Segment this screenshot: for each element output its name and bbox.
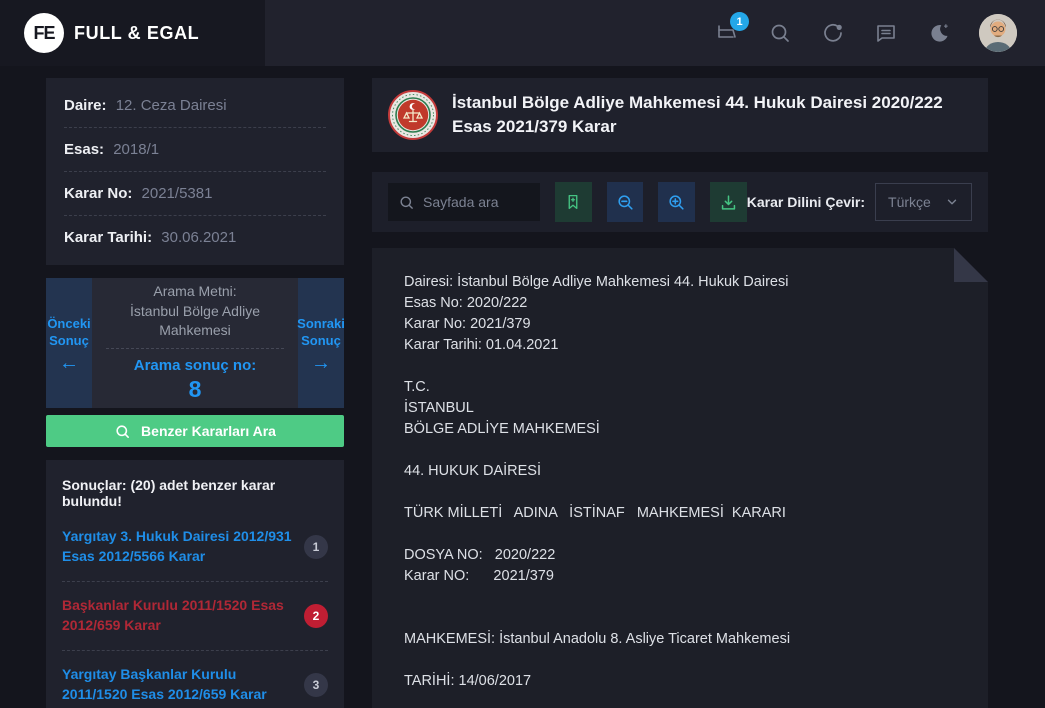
chevron-down-icon [945, 195, 959, 209]
page-body: Daire: 12. Ceza Dairesi Esas: 2018/1 Kar… [0, 66, 1045, 708]
case-info-label: Esas: [64, 141, 104, 158]
result-rank-badge: 2 [304, 604, 328, 628]
document-line: Karar NO: 2021/379 [404, 566, 956, 587]
decision-document: Dairesi: İstanbul Bölge Adliye Mahkemesi… [372, 248, 988, 708]
zoom-in-icon [667, 193, 686, 212]
zoom-in-button[interactable] [658, 182, 695, 222]
query-label: Arama Metni: [153, 283, 236, 299]
case-info-row: Karar No: 2021/5381 [64, 172, 326, 216]
next-result-button[interactable]: Sonraki Sonuç → [298, 278, 344, 408]
document-line [404, 524, 956, 545]
logo-monogram: FE [33, 23, 54, 44]
document-line [404, 608, 956, 629]
arrow-right-icon: → [311, 355, 331, 372]
zoom-out-icon [616, 193, 635, 212]
result-link[interactable]: Yargıtay Başkanlar Kurulu 2011/1520 Esas… [62, 664, 292, 704]
search-result-navigator: Önceki Sonuç ← Arama Metni: İstanbul Böl… [46, 278, 344, 408]
avatar[interactable] [979, 14, 1017, 52]
document-line [404, 440, 956, 461]
dark-mode-icon[interactable] [926, 20, 952, 46]
navbar-icons: 1 [714, 14, 1045, 52]
results-header: Sonuçlar: (20) adet benzer karar bulundu… [62, 462, 328, 513]
result-number-label: Arama sonuç no: [134, 357, 257, 374]
document-line: T.C. [404, 377, 956, 398]
cart-badge: 1 [730, 12, 749, 31]
document-text: Dairesi: İstanbul Bölge Adliye Mahkemesi… [404, 272, 956, 692]
similar-results-panel: Sonuçlar: (20) adet benzer karar bulundu… [46, 460, 344, 708]
decision-title: İstanbul Bölge Adliye Mahkemesi 44. Huku… [452, 91, 972, 139]
document-line: 44. HUKUK DAİRESİ [404, 461, 956, 482]
search-query-info: Arama Metni: İstanbul Bölge Adliye Mahke… [92, 278, 298, 408]
search-icon [398, 194, 415, 211]
arrow-left-icon: ← [59, 355, 79, 372]
search-icon[interactable] [767, 20, 793, 46]
result-link[interactable]: Başkanlar Kurulu 2011/1520 Esas 2012/659… [62, 595, 292, 635]
bookmark-add-icon [564, 193, 582, 211]
document-line: Karar No: 2021/379 [404, 314, 956, 335]
document-line: Karar Tarihi: 01.04.2021 [404, 335, 956, 356]
case-info-row: Karar Tarihi: 30.06.2021 [64, 216, 326, 259]
result-link[interactable]: Yargıtay 3. Hukuk Dairesi 2012/931 Esas … [62, 526, 292, 566]
document-line [404, 587, 956, 608]
result-number-value: 8 [189, 376, 202, 403]
download-button[interactable] [710, 182, 747, 222]
result-rank-badge: 3 [304, 673, 328, 697]
document-line [404, 356, 956, 377]
find-similar-label: Benzer Kararları Ara [141, 423, 276, 439]
brand-name: FULL & EGAL [74, 23, 199, 44]
result-item[interactable]: Yargıtay Başkanlar Kurulu 2011/1520 Esas… [62, 651, 328, 708]
case-info-value: 12. Ceza Dairesi [116, 97, 227, 114]
search-icon [114, 423, 131, 440]
court-emblem-icon [388, 90, 438, 140]
previous-result-button[interactable]: Önceki Sonuç ← [46, 278, 92, 408]
document-toolbar: Karar Dilini Çevir: Türkçe [372, 172, 988, 232]
find-similar-decisions-button[interactable]: Benzer Kararları Ara [46, 415, 344, 447]
zoom-out-button[interactable] [607, 182, 644, 222]
document-line: Dairesi: İstanbul Bölge Adliye Mahkemesi… [404, 272, 956, 293]
result-rank-badge: 1 [304, 535, 328, 559]
document-line [404, 650, 956, 671]
case-info-value: 2021/5381 [142, 185, 213, 202]
main-content: İstanbul Bölge Adliye Mahkemesi 44. Huku… [372, 78, 988, 708]
cart-icon[interactable]: 1 [714, 20, 740, 46]
result-item[interactable]: Yargıtay 3. Hukuk Dairesi 2012/931 Esas … [62, 513, 328, 582]
case-info-label: Daire: [64, 97, 107, 114]
page-search-box[interactable] [388, 183, 540, 221]
divider [106, 348, 284, 349]
case-info-label: Karar No: [64, 185, 132, 202]
language-selected-value: Türkçe [888, 194, 931, 210]
brand-logo-icon: FE [24, 13, 64, 53]
top-navbar: FE FULL & EGAL 1 [0, 0, 1045, 66]
messages-icon[interactable] [873, 20, 899, 46]
translate-control: Karar Dilini Çevir: Türkçe [747, 183, 972, 221]
results-list: Yargıtay 3. Hukuk Dairesi 2012/931 Esas … [62, 513, 328, 708]
case-info-panel: Daire: 12. Ceza Dairesi Esas: 2018/1 Kar… [46, 78, 344, 265]
document-line: DOSYA NO: 2020/222 [404, 545, 956, 566]
sidebar: Daire: 12. Ceza Dairesi Esas: 2018/1 Kar… [46, 78, 344, 708]
language-select[interactable]: Türkçe [875, 183, 972, 221]
case-info-row: Daire: 12. Ceza Dairesi [64, 84, 326, 128]
document-line: TARİHİ: 14/06/2017 [404, 671, 956, 692]
download-icon [719, 193, 738, 212]
case-info-label: Karar Tarihi: [64, 229, 152, 246]
result-item[interactable]: Başkanlar Kurulu 2011/1520 Esas 2012/659… [62, 582, 328, 651]
query-text: İstanbul Bölge Adliye Mahkemesi [106, 302, 284, 340]
brand[interactable]: FE FULL & EGAL [0, 0, 265, 66]
previous-result-label: Önceki Sonuç [46, 315, 92, 349]
notifications-icon[interactable] [820, 20, 846, 46]
document-line: Esas No: 2020/222 [404, 293, 956, 314]
case-info-value: 2018/1 [113, 141, 159, 158]
next-result-label: Sonraki Sonuç [297, 315, 345, 349]
document-line: İSTANBUL [404, 398, 956, 419]
translate-label: Karar Dilini Çevir: [747, 194, 865, 210]
document-line [404, 482, 956, 503]
decision-header-panel: İstanbul Bölge Adliye Mahkemesi 44. Huku… [372, 78, 988, 152]
document-line: TÜRK MİLLETİ ADINA İSTİNAF MAHKEMESİ KAR… [404, 503, 956, 524]
case-info-row: Esas: 2018/1 [64, 128, 326, 172]
bookmark-add-button[interactable] [555, 182, 592, 222]
document-line: BÖLGE ADLİYE MAHKEMESİ [404, 419, 956, 440]
document-line: MAHKEMESİ: İstanbul Anadolu 8. Asliye Ti… [404, 629, 956, 650]
case-info-value: 30.06.2021 [161, 229, 236, 246]
page-search-input[interactable] [423, 194, 530, 210]
